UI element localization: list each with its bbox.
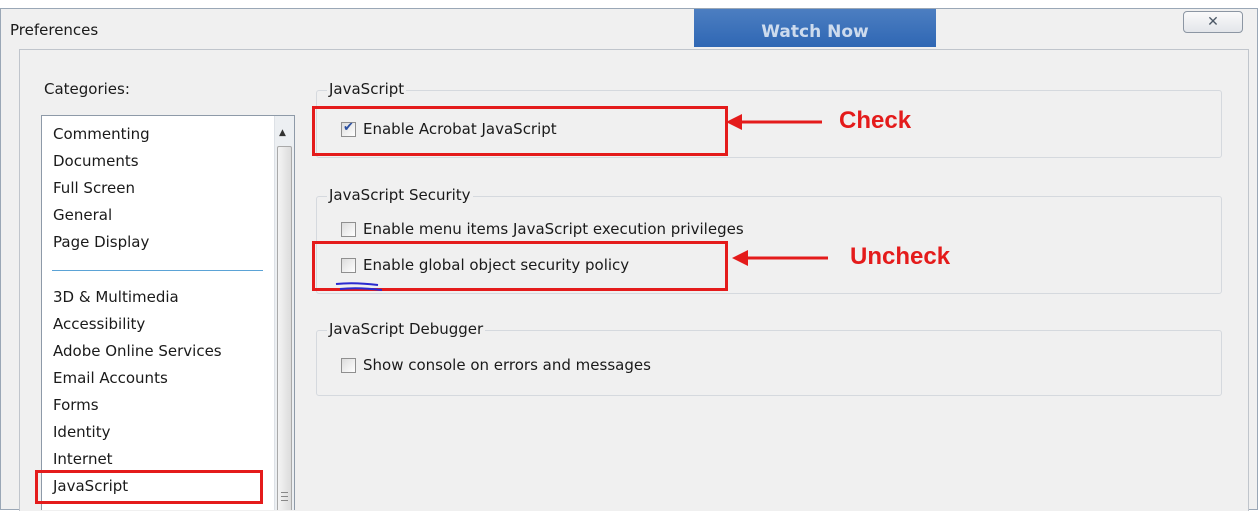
category-item-full-screen[interactable]: Full Screen	[53, 179, 135, 197]
annotation-uncheck-label: Uncheck	[850, 243, 951, 270]
show-console-checkbox[interactable]	[341, 358, 356, 373]
category-item-internet[interactable]: Internet	[53, 450, 113, 468]
scrollbar-thumb[interactable]	[277, 146, 292, 510]
category-item-page-display[interactable]: Page Display	[53, 233, 149, 251]
annotation-arrow-check	[726, 114, 822, 130]
annotation-check-label: Check	[839, 107, 912, 134]
categories-list[interactable]: Commenting Documents Full Screen General…	[41, 115, 295, 510]
category-item-email-accounts[interactable]: Email Accounts	[53, 369, 168, 387]
javascript-security-group-title: JavaScript Security	[327, 186, 473, 204]
grip-line	[281, 500, 288, 501]
annotation-box-check	[312, 106, 728, 156]
javascript-debugger-group-title: JavaScript Debugger	[327, 320, 486, 338]
grip-line	[281, 492, 288, 493]
enable-menu-items-privileges-label[interactable]: Enable menu items JavaScript execution p…	[363, 220, 744, 238]
category-separator	[52, 270, 263, 271]
close-icon: ✕	[1207, 14, 1219, 30]
annotation-box-javascript-category	[35, 470, 263, 504]
category-item-adobe-online-services[interactable]: Adobe Online Services	[53, 342, 222, 360]
scroll-up-arrow-icon[interactable]: ▲	[279, 128, 286, 138]
javascript-group-title: JavaScript	[327, 80, 407, 98]
window-title: Preferences	[10, 21, 99, 39]
category-item-forms[interactable]: Forms	[53, 396, 99, 414]
category-item-commenting[interactable]: Commenting	[53, 125, 150, 143]
category-item-3d-multimedia[interactable]: 3D & Multimedia	[53, 288, 179, 306]
grip-line	[281, 496, 288, 497]
show-console-label[interactable]: Show console on errors and messages	[363, 356, 651, 374]
category-item-identity[interactable]: Identity	[53, 423, 111, 441]
watch-now-button[interactable]: Watch Now	[694, 9, 936, 47]
blue-pen-underline	[335, 282, 383, 291]
categories-scrollbar[interactable]: ▲	[274, 116, 294, 510]
enable-menu-items-privileges-checkbox[interactable]	[341, 222, 356, 237]
category-item-documents[interactable]: Documents	[53, 152, 139, 170]
close-button[interactable]: ✕	[1183, 11, 1243, 33]
category-item-accessibility[interactable]: Accessibility	[53, 315, 145, 333]
annotation-arrow-uncheck	[732, 250, 828, 266]
categories-label: Categories:	[44, 80, 130, 98]
category-item-general[interactable]: General	[53, 206, 112, 224]
